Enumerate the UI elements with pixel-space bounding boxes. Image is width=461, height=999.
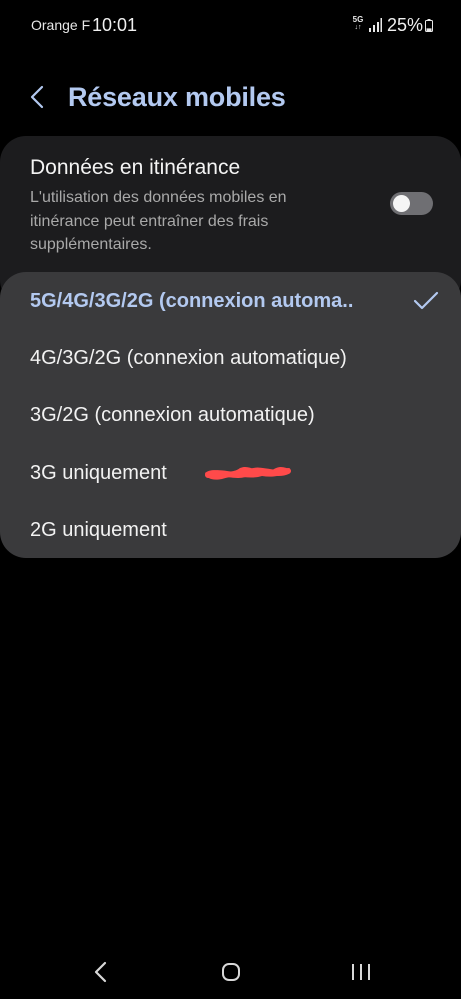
network-type-label: 5G: [352, 15, 364, 24]
network-mode-option-3g-only[interactable]: 3G uniquement: [30, 462, 167, 485]
roaming-description: L'utilisation des données mobiles en iti…: [30, 189, 287, 253]
data-activity-icon: ↓↑: [354, 24, 362, 31]
network-mode-option-4g[interactable]: 4G/3G/2G (connexion automatique): [30, 347, 347, 370]
network-mode-option-2g-only[interactable]: 2G uniquement: [30, 519, 167, 542]
status-bar: Orange F 10:01 5G ↓↑ 25%: [0, 0, 461, 50]
carrier-name: Orange F: [31, 17, 91, 33]
page-title: Réseaux mobiles: [68, 82, 286, 112]
checkmark-icon: [413, 291, 439, 310]
clock: 10:01: [92, 15, 138, 35]
network-mode-option-3g2g[interactable]: 3G/2G (connexion automatique): [30, 404, 315, 427]
network-mode-option-5g[interactable]: 5G/4G/3G/2G (connexion automa..: [30, 290, 353, 313]
network-type-indicator: 5G ↓↑: [351, 16, 365, 32]
toggle-knob: [393, 195, 410, 212]
chevron-left-icon: [30, 85, 44, 109]
redaction-scribble: [205, 466, 291, 480]
battery-percentage: 25%: [387, 15, 424, 35]
roaming-toggle[interactable]: [390, 192, 433, 215]
nav-recents-icon[interactable]: [350, 963, 372, 981]
nav-back-icon[interactable]: [91, 960, 111, 984]
signal-strength-icon: [369, 18, 382, 32]
nav-home-icon[interactable]: [221, 962, 241, 982]
back-button[interactable]: [22, 80, 56, 114]
roaming-title: Données en itinérance: [30, 156, 241, 179]
battery-icon: [425, 19, 433, 32]
